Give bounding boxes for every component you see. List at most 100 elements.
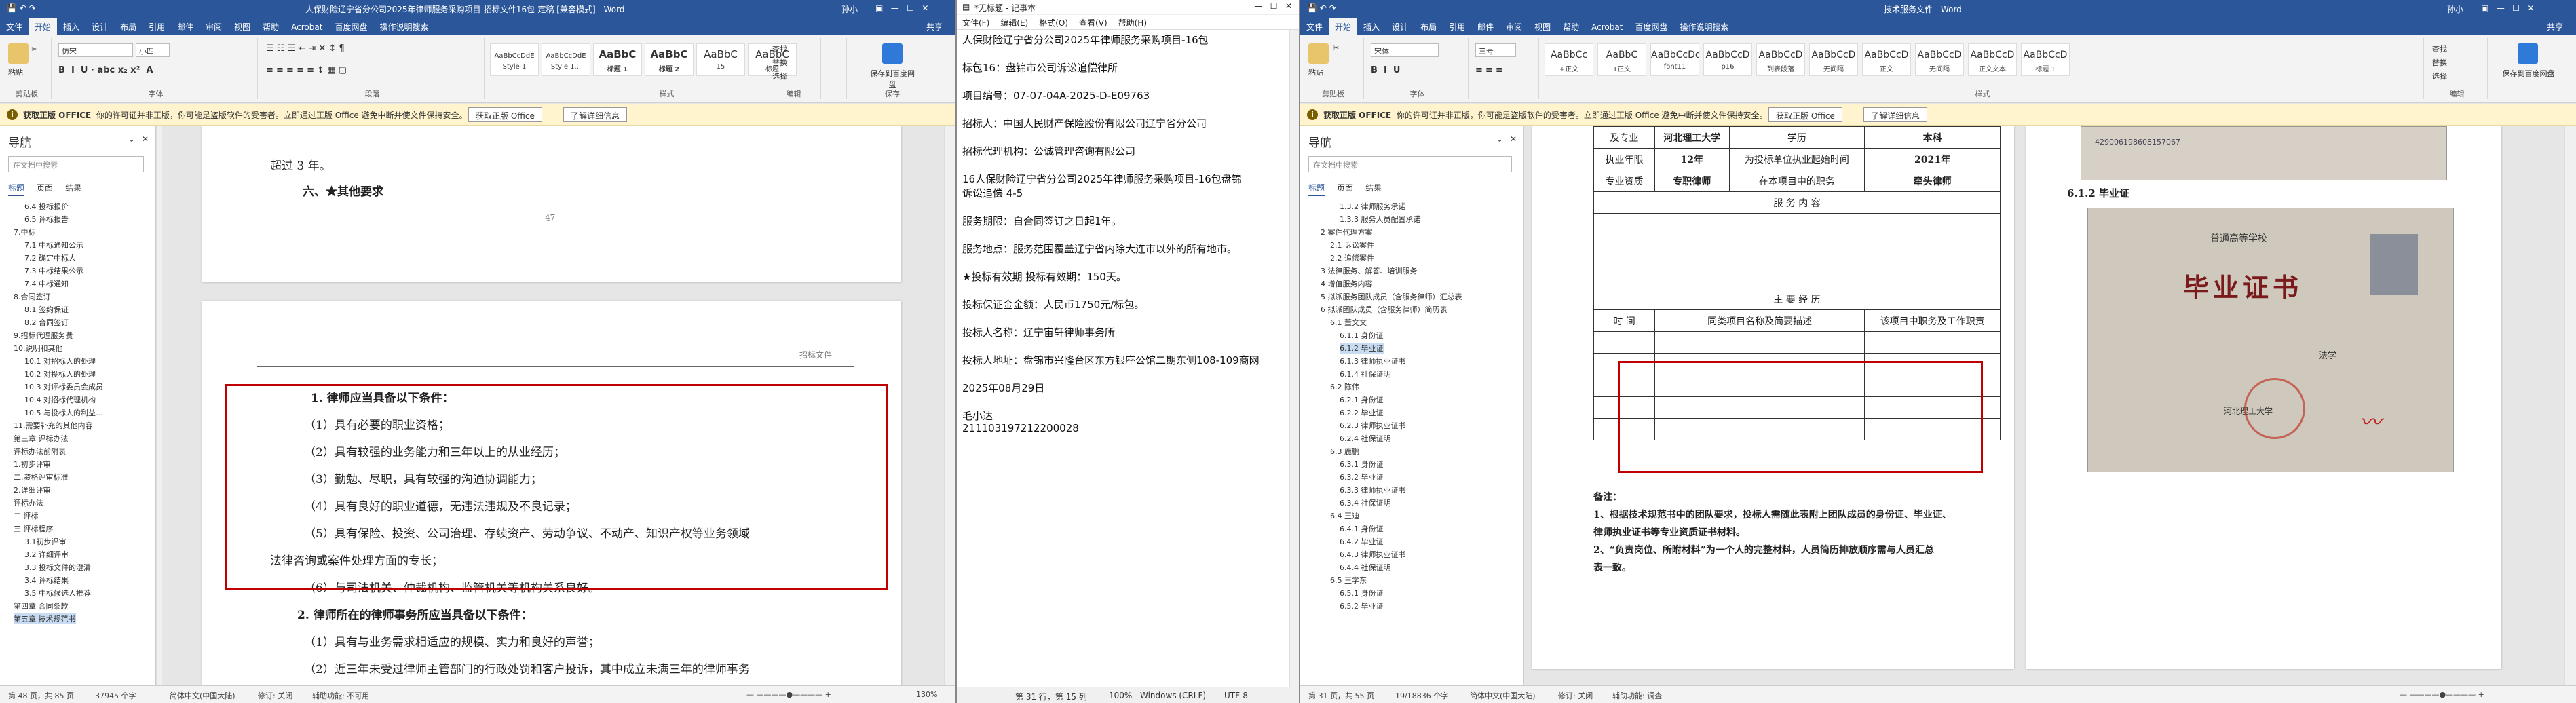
- baidu-cloud-icon[interactable]: [882, 43, 903, 64]
- paste-button[interactable]: 粘贴: [1308, 66, 1323, 77]
- paste-icon[interactable]: [8, 43, 29, 64]
- tab-review[interactable]: 审阅: [200, 18, 228, 36]
- nav-item[interactable]: 6.5.2 毕业证: [1340, 601, 1384, 611]
- nav-item[interactable]: 二.资格评审标准: [14, 472, 69, 482]
- paste-button[interactable]: 粘贴: [8, 66, 23, 77]
- menu-format[interactable]: 格式(O): [1034, 15, 1074, 31]
- tab-review[interactable]: 审阅: [1500, 18, 1528, 36]
- nav-item[interactable]: 6.3.2 毕业证: [1340, 472, 1384, 482]
- menu-file[interactable]: 文件(F): [957, 15, 995, 31]
- nav-item[interactable]: 4 增值服务内容: [1321, 278, 1373, 289]
- table-cell[interactable]: 执业年限: [1593, 148, 1655, 170]
- nav-tab-pages[interactable]: 页面: [37, 183, 53, 193]
- nav-item[interactable]: 6.5.1 身份证: [1340, 588, 1384, 598]
- nav-item[interactable]: 2 案件代理方案: [1321, 227, 1373, 238]
- document-scrollbar[interactable]: [2564, 126, 2576, 685]
- page-count[interactable]: 第 31 页，共 55 页: [1308, 690, 1374, 701]
- nav-item[interactable]: 10.5 与投标人的利益...: [24, 407, 102, 418]
- find-button[interactable]: 查找: [2432, 43, 2447, 54]
- nav-item[interactable]: 7.4 中标通知: [24, 278, 69, 289]
- save-baidu-button[interactable]: 保存到百度网盘: [869, 68, 916, 90]
- zoom-level[interactable]: 130%: [916, 690, 937, 699]
- nav-item[interactable]: 3.4 评标结果: [24, 575, 69, 586]
- nav-item[interactable]: 8.2 合同签订: [24, 317, 69, 328]
- track-changes[interactable]: 修订: 关闭: [258, 690, 292, 701]
- nav-item[interactable]: 二.评标: [14, 510, 39, 521]
- tab-references[interactable]: 引用: [143, 18, 171, 36]
- style-item[interactable]: AaBbCcD 无间隔: [1809, 43, 1858, 76]
- note-line[interactable]: 2、“负责岗位、所附材料”为一个人的完整材料，人员简历排放顺序需与人员汇总: [1593, 543, 1934, 556]
- nav-item[interactable]: 6.3.4 社保证明: [1340, 497, 1391, 508]
- find-button[interactable]: 查找: [772, 43, 787, 54]
- accessibility[interactable]: 辅助功能: 不可用: [312, 690, 369, 701]
- close-icon[interactable]: ✕: [142, 134, 149, 144]
- nav-item[interactable]: 评标办法前附表: [14, 446, 66, 457]
- nav-item[interactable]: 7.3 中标结果公示: [24, 265, 83, 276]
- tab-help[interactable]: 帮助: [257, 18, 285, 36]
- tell-me-search[interactable]: 操作说明搜索: [373, 18, 434, 36]
- nav-search-input[interactable]: 在文档中搜索: [8, 156, 144, 172]
- nav-item[interactable]: 6.1.2 毕业证: [1340, 343, 1384, 354]
- zoom-slider[interactable]: — ————●———— +: [746, 690, 831, 699]
- tab-acrobat[interactable]: Acrobat: [285, 19, 328, 35]
- nav-item[interactable]: 6.1.4 社保证明: [1340, 368, 1391, 379]
- table-cell[interactable]: 该项目中职务及工作职责: [1864, 309, 2001, 332]
- table-cell[interactable]: 学历: [1728, 126, 1865, 149]
- tab-baidu[interactable]: 百度网盘: [328, 18, 373, 36]
- nav-tab-headings[interactable]: 标题: [8, 183, 25, 196]
- word-count[interactable]: 19/18836 个字: [1395, 690, 1448, 701]
- nav-item[interactable]: 7.1 中标通知公示: [24, 240, 83, 250]
- style-item[interactable]: AaBbC 标题 1: [593, 43, 642, 76]
- save-icon[interactable]: 💾 ↶ ↷: [1307, 3, 1336, 13]
- nav-item[interactable]: 5 拟派服务团队成员（含服务律师）汇总表: [1321, 291, 1462, 302]
- save-icon[interactable]: 💾 ↶ ↷: [7, 3, 36, 13]
- style-item[interactable]: AaBbCcD 标题 1: [2021, 43, 2070, 76]
- table-cell[interactable]: 服 务 内 容: [1593, 191, 2001, 214]
- nav-item[interactable]: 6.2.4 社保证明: [1340, 433, 1391, 444]
- nav-item[interactable]: 6.3 鹿鹏: [1330, 446, 1359, 457]
- nav-item[interactable]: 2.2 追偿案件: [1330, 252, 1374, 263]
- style-item[interactable]: AaBbCcDdE Style 1...: [542, 43, 590, 76]
- section-heading[interactable]: 6.1.2 毕业证: [2067, 186, 2129, 200]
- nav-item[interactable]: 3.2 详细评审: [24, 549, 69, 560]
- nav-item[interactable]: 6.5 王学东: [1330, 575, 1367, 586]
- notes-label[interactable]: 备注：: [1593, 490, 1622, 504]
- nav-item[interactable]: 10.3 对评标委员会成员: [24, 381, 103, 392]
- font-name-input[interactable]: 宋体: [1371, 43, 1439, 57]
- tab-mailings[interactable]: 邮件: [171, 18, 200, 36]
- nav-item[interactable]: 6.4 王迪: [1330, 510, 1359, 521]
- tab-mailings[interactable]: 邮件: [1471, 18, 1500, 36]
- style-item[interactable]: AaBbCcD 正文: [1862, 43, 1911, 76]
- tab-baidu[interactable]: 百度网盘: [1629, 18, 1673, 36]
- font-size-input[interactable]: 小四: [136, 43, 170, 57]
- nav-item[interactable]: 8.合同签订: [14, 291, 51, 302]
- style-item[interactable]: AaBbCc +正文: [1545, 43, 1593, 76]
- style-item[interactable]: AaBbC 标题 2: [645, 43, 694, 76]
- nav-item[interactable]: 6.3.3 律师执业证书: [1340, 484, 1406, 495]
- nav-item[interactable]: 6.4.1 身份证: [1340, 523, 1384, 534]
- nav-item[interactable]: 1.初步评审: [14, 459, 51, 470]
- document-scrollbar[interactable]: [944, 126, 955, 685]
- nav-item[interactable]: 第五章 技术规范书: [14, 613, 76, 624]
- nav-item[interactable]: 7.2 确定中标人: [24, 252, 76, 263]
- nav-item[interactable]: 6.4 投标报价: [24, 201, 69, 212]
- tab-view[interactable]: 视图: [228, 18, 257, 36]
- nav-item[interactable]: 6 拟派团队成员（含服务律师）简历表: [1321, 304, 1447, 315]
- tab-design[interactable]: 设计: [1386, 18, 1414, 36]
- nav-item[interactable]: 第三章 评标办法: [14, 433, 69, 444]
- nav-item[interactable]: 6.2.2 毕业证: [1340, 407, 1384, 418]
- track-changes[interactable]: 修订: 关闭: [1558, 690, 1593, 701]
- window-controls[interactable]: ▣ — ☐ ✕: [2481, 3, 2534, 13]
- nav-item[interactable]: 11.需要补充的其他内容: [14, 420, 93, 431]
- tab-references[interactable]: 引用: [1443, 18, 1471, 36]
- word-count[interactable]: 37945 个字: [95, 690, 136, 701]
- nav-item[interactable]: 6.1.3 律师执业证书: [1340, 356, 1406, 366]
- list-buttons[interactable]: ☰ ☷ ☰ ⇤ ⇥ ✕ ↕ ¶: [266, 43, 345, 54]
- window-controls[interactable]: — ☐ ✕: [1254, 1, 1292, 11]
- select-button[interactable]: 选择: [772, 71, 787, 81]
- section-heading[interactable]: 六、★其他要求: [303, 182, 383, 199]
- table-cell[interactable]: 同类项目名称及简要描述: [1654, 309, 1865, 332]
- font-size-input[interactable]: 三号: [1475, 43, 1516, 57]
- nav-item[interactable]: 6.1.1 身份证: [1340, 330, 1384, 341]
- table-cell[interactable]: 12年: [1654, 148, 1730, 170]
